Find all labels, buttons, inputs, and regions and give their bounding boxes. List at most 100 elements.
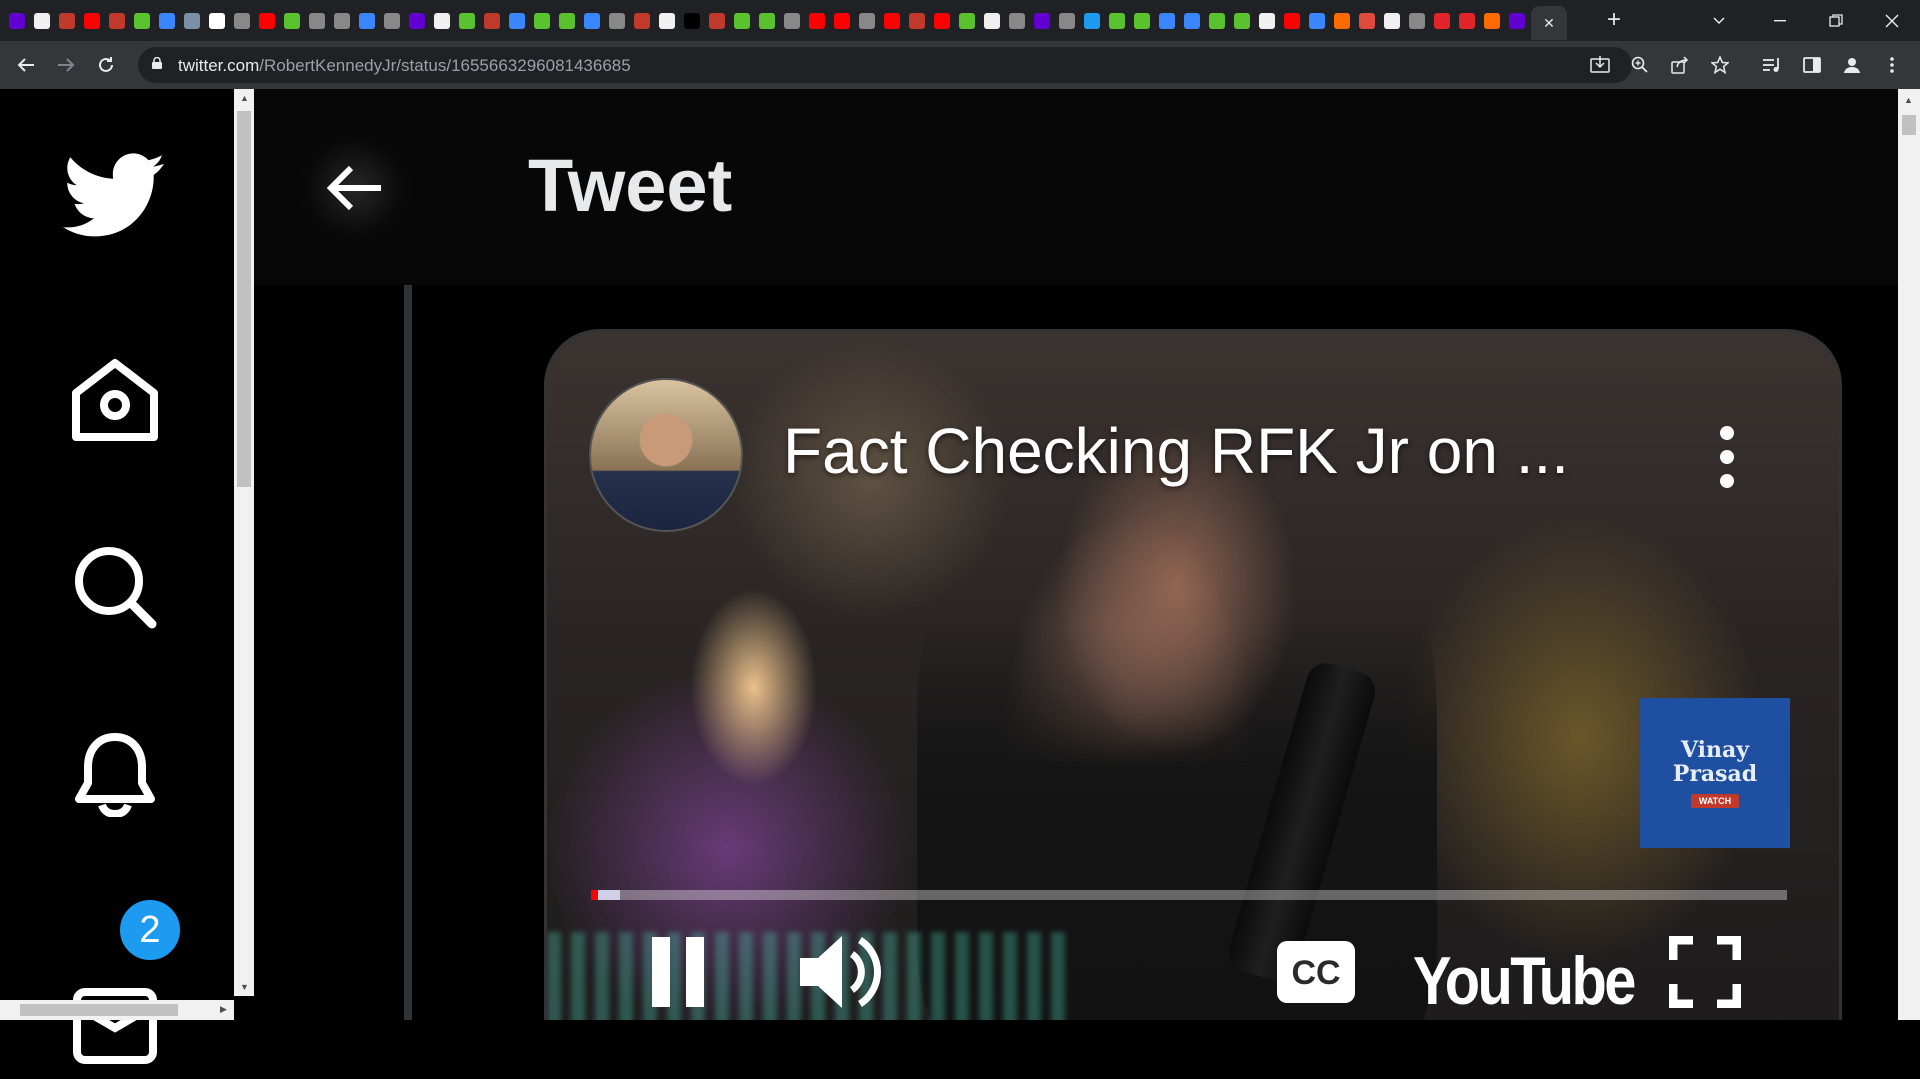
scrollbar-thumb[interactable]	[1902, 115, 1916, 135]
browser-menu-icon[interactable]	[1876, 49, 1908, 81]
reload-button[interactable]	[90, 49, 122, 81]
cc-icon[interactable]: CC	[1275, 932, 1357, 1012]
browser-tab[interactable]	[1181, 9, 1203, 33]
browser-tab[interactable]	[81, 9, 103, 33]
browser-tab[interactable]	[581, 9, 603, 33]
browser-tab[interactable]	[831, 9, 853, 33]
browser-tab[interactable]	[1406, 9, 1428, 33]
browser-tab[interactable]	[6, 9, 28, 33]
browser-tab[interactable]	[931, 9, 953, 33]
video-title[interactable]: Fact Checking RFK Jr on ...	[783, 414, 1569, 488]
browser-tab[interactable]	[681, 9, 703, 33]
bell-icon[interactable]	[60, 719, 170, 829]
browser-tab[interactable]	[306, 9, 328, 33]
browser-tab[interactable]	[1431, 9, 1453, 33]
browser-tab[interactable]	[1506, 9, 1528, 33]
browser-tab[interactable]	[381, 9, 403, 33]
browser-tab[interactable]	[31, 9, 53, 33]
browser-tab[interactable]	[481, 9, 503, 33]
browser-tab[interactable]	[556, 9, 578, 33]
video-progress-bar[interactable]	[591, 890, 1787, 900]
browser-tab[interactable]	[206, 9, 228, 33]
media-control-icon[interactable]	[1756, 49, 1788, 81]
browser-tab[interactable]	[781, 9, 803, 33]
browser-tab[interactable]	[1206, 9, 1228, 33]
browser-tab[interactable]	[356, 9, 378, 33]
scroll-up-arrow-icon[interactable]: ▲	[240, 93, 249, 103]
browser-tab[interactable]	[1481, 9, 1503, 33]
browser-tab[interactable]	[1306, 9, 1328, 33]
browser-tab[interactable]	[856, 9, 878, 33]
browser-tab[interactable]	[731, 9, 753, 33]
close-tab-icon[interactable]: ✕	[1543, 15, 1555, 32]
profile-icon[interactable]	[1836, 49, 1868, 81]
zoom-icon[interactable]	[1628, 53, 1652, 77]
youtube-logo[interactable]: YouTube	[1413, 942, 1636, 1020]
volume-icon[interactable]	[795, 932, 885, 1012]
browser-tab[interactable]	[981, 9, 1003, 33]
tab-search-chevron-icon[interactable]	[1691, 0, 1747, 41]
browser-tab[interactable]	[331, 9, 353, 33]
browser-tab[interactable]	[631, 9, 653, 33]
youtube-embed[interactable]: Fact Checking RFK Jr on ... Vinay Prasad…	[544, 329, 1842, 1020]
channel-avatar[interactable]	[589, 378, 743, 532]
scroll-down-arrow-icon[interactable]: ▼	[240, 982, 249, 992]
browser-tab[interactable]	[1006, 9, 1028, 33]
browser-tab[interactable]	[706, 9, 728, 33]
browser-tab[interactable]	[1381, 9, 1403, 33]
browser-tab[interactable]	[1331, 9, 1353, 33]
browser-tab[interactable]	[1031, 9, 1053, 33]
browser-tab[interactable]	[606, 9, 628, 33]
share-icon[interactable]	[1668, 53, 1692, 77]
endcard-video[interactable]: Vinay Prasad WATCH	[1640, 698, 1790, 848]
browser-tab[interactable]	[256, 9, 278, 33]
browser-tab[interactable]	[56, 9, 78, 33]
page-scrollbar[interactable]: ▲	[1898, 89, 1920, 1020]
more-vertical-icon[interactable]	[1697, 422, 1757, 492]
fullscreen-icon[interactable]	[1665, 932, 1745, 1012]
browser-tab[interactable]	[406, 9, 428, 33]
scrollbar-thumb[interactable]	[20, 1004, 178, 1016]
new-tab-button[interactable]: +	[1600, 7, 1628, 35]
browser-tab[interactable]	[906, 9, 928, 33]
browser-tab[interactable]	[1456, 9, 1478, 33]
sidebar-horizontal-scrollbar[interactable]: ▶	[0, 1000, 234, 1020]
browser-tab[interactable]	[881, 9, 903, 33]
forward-button[interactable]	[50, 49, 82, 81]
browser-tab[interactable]	[231, 9, 253, 33]
pause-icon[interactable]	[643, 932, 713, 1012]
browser-tab[interactable]	[456, 9, 478, 33]
browser-tab[interactable]	[1131, 9, 1153, 33]
scroll-right-arrow-icon[interactable]: ▶	[220, 1004, 227, 1015]
browser-tab[interactable]	[656, 9, 678, 33]
close-window-button[interactable]	[1864, 0, 1920, 41]
install-app-icon[interactable]	[1588, 53, 1612, 77]
browser-tab[interactable]	[181, 9, 203, 33]
browser-tab[interactable]	[1056, 9, 1078, 33]
browser-tab[interactable]	[1356, 9, 1378, 33]
twitter-logo-icon[interactable]	[60, 141, 170, 251]
address-bar[interactable]: twitter.com/RobertKennedyJr/status/16556…	[138, 47, 1729, 83]
home-icon[interactable]	[60, 345, 170, 455]
browser-tab[interactable]	[1281, 9, 1303, 33]
active-tab[interactable]: ✕	[1531, 6, 1567, 40]
browser-tab[interactable]	[506, 9, 528, 33]
scroll-up-arrow-icon[interactable]: ▲	[1904, 95, 1913, 105]
browser-tab[interactable]	[956, 9, 978, 33]
back-button[interactable]	[10, 49, 42, 81]
bookmark-star-icon[interactable]	[1708, 53, 1732, 77]
browser-tab[interactable]	[156, 9, 178, 33]
browser-tab[interactable]	[1231, 9, 1253, 33]
browser-tab[interactable]	[281, 9, 303, 33]
sidebar-scrollbar[interactable]: ▲ ▼	[234, 89, 254, 996]
browser-tab[interactable]	[1256, 9, 1278, 33]
browser-tab[interactable]	[531, 9, 553, 33]
browser-tab[interactable]	[131, 9, 153, 33]
browser-tab[interactable]	[756, 9, 778, 33]
side-panel-icon[interactable]	[1796, 49, 1828, 81]
scrollbar-thumb[interactable]	[237, 111, 251, 487]
browser-tab[interactable]	[1106, 9, 1128, 33]
browser-tab[interactable]	[1081, 9, 1103, 33]
back-arrow-button[interactable]	[300, 133, 410, 243]
search-icon[interactable]	[60, 532, 170, 642]
